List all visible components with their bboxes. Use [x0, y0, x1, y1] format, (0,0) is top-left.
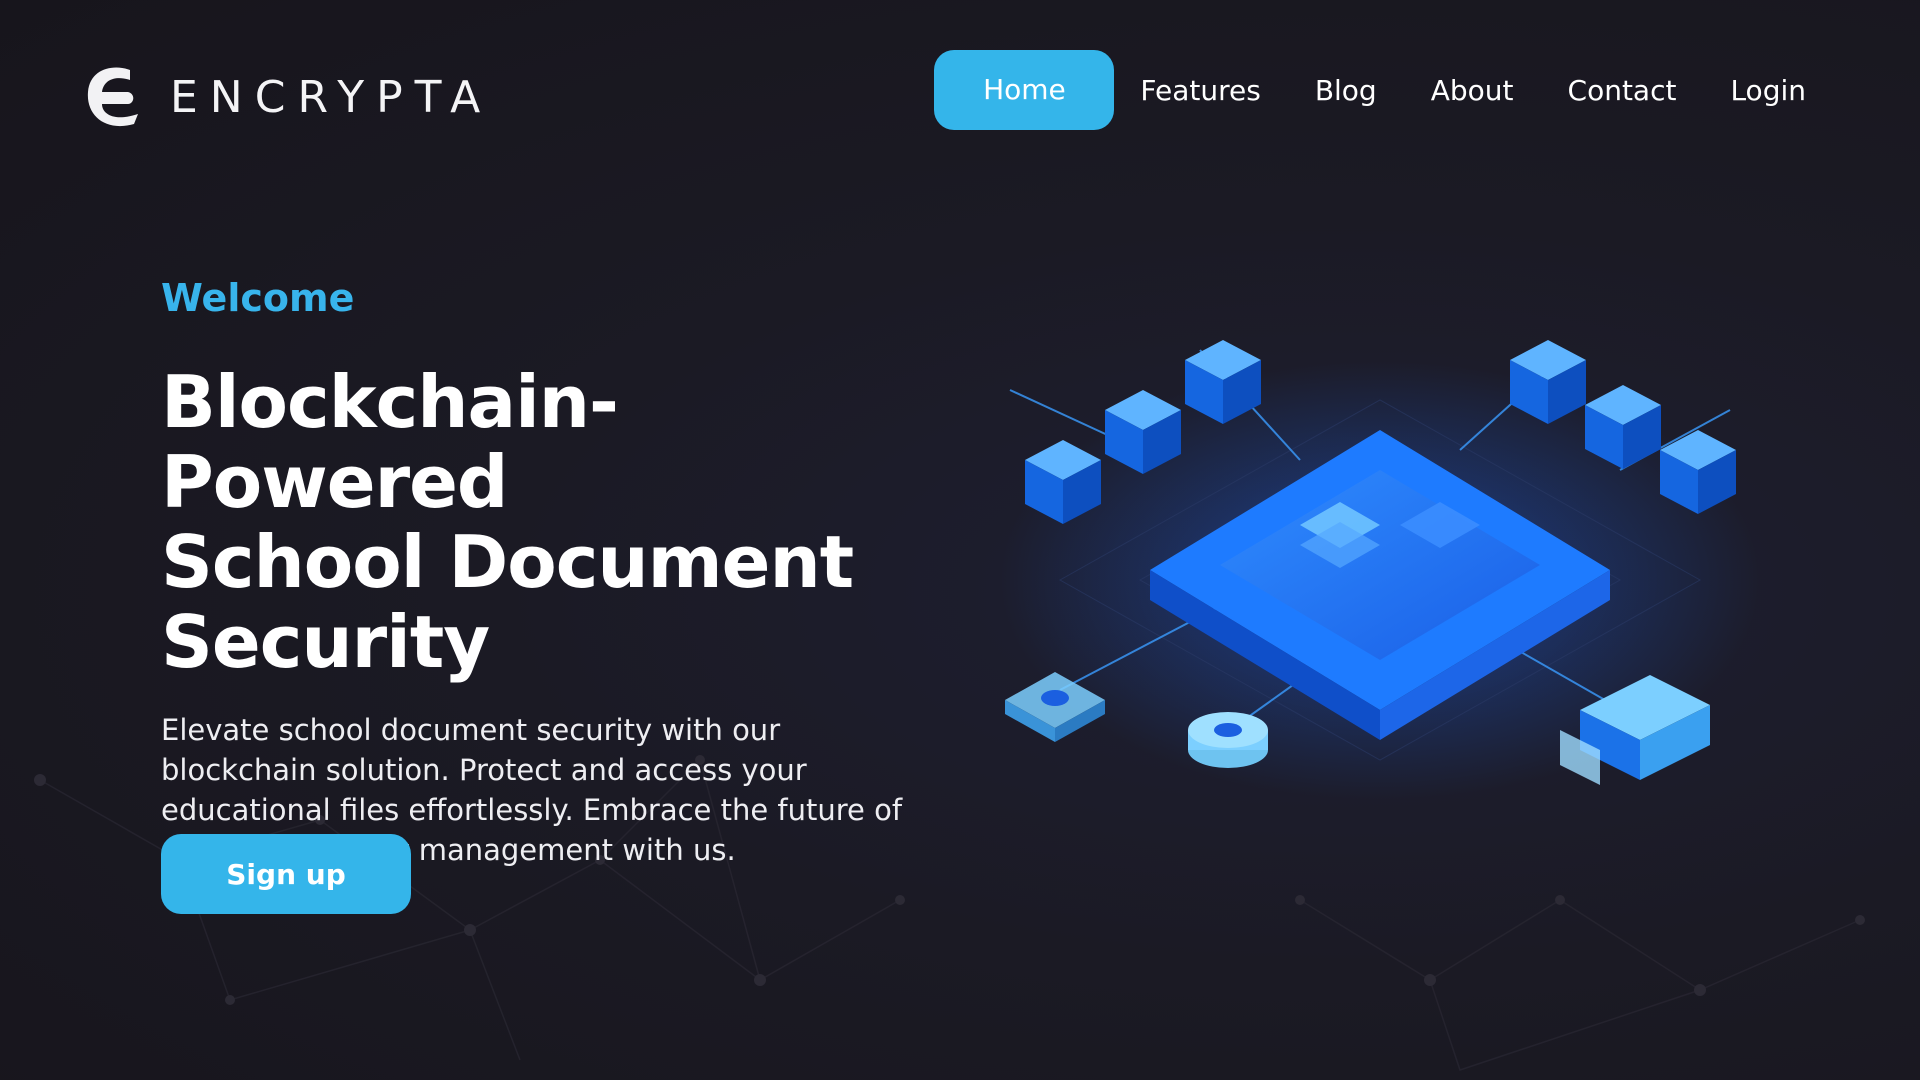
hero-section: Welcome Blockchain-Powered School Docume… [161, 276, 921, 899]
nav-features[interactable]: Features [1140, 74, 1260, 107]
site-header: ENCRYPTA Home Features Blog About Contac… [0, 0, 1920, 180]
hero-title: Blockchain-Powered School Document Secur… [161, 362, 921, 682]
hero-title-line-2: School Document [161, 520, 854, 604]
brand-name: ENCRYPTA [170, 71, 493, 123]
brand-logo[interactable]: ENCRYPTA [84, 64, 492, 130]
hero-title-line-3: Security [161, 600, 490, 684]
encrypta-e-logo-icon [87, 67, 138, 127]
nav-blog[interactable]: Blog [1315, 74, 1377, 107]
signup-button[interactable]: Sign up [161, 834, 411, 914]
hero-title-line-1: Blockchain-Powered [161, 360, 619, 524]
nav-contact[interactable]: Contact [1568, 74, 1677, 107]
main-nav: Home Features Blog About Contact Login [934, 50, 1806, 130]
nav-login[interactable]: Login [1730, 74, 1806, 107]
nav-home[interactable]: Home [934, 50, 1115, 130]
nav-about[interactable]: About [1431, 74, 1514, 107]
hero-eyebrow: Welcome [161, 276, 355, 320]
blockchain-isometric-illustration [1000, 340, 1760, 800]
